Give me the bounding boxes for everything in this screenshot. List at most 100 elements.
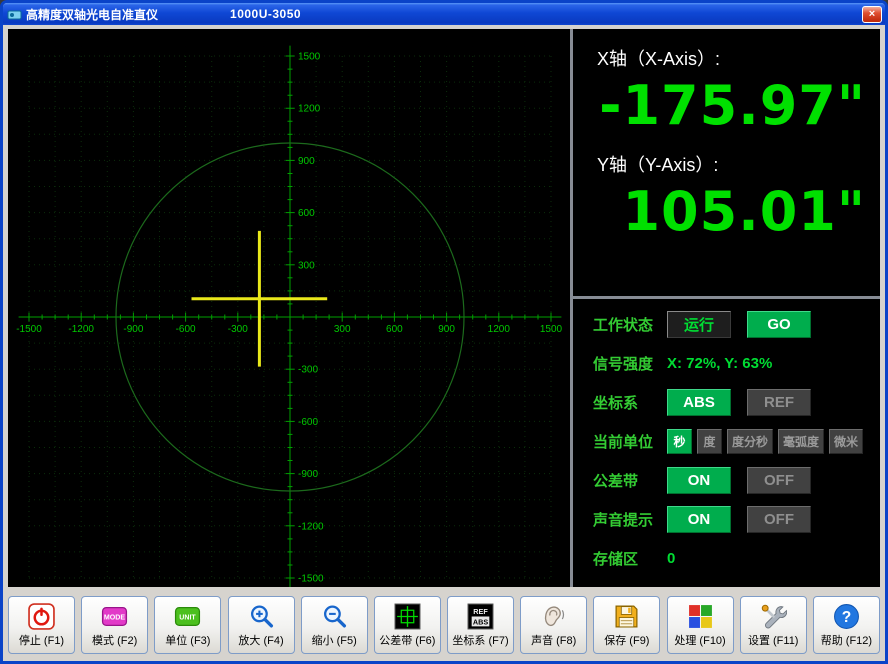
svg-text:900: 900	[298, 156, 315, 167]
svg-text:300: 300	[298, 260, 315, 271]
window-title: 高精度双轴光电自准直仪	[26, 6, 158, 23]
y-axis-label: Y轴（Y-Axis）:	[597, 151, 866, 177]
toolbar-button-label: 声音 (F8)	[531, 632, 576, 648]
zoom-out-icon	[321, 603, 348, 630]
title-bar: 高精度双轴光电自准直仪 1000U-3050 ×	[3, 3, 885, 25]
close-button[interactable]: ×	[862, 6, 882, 23]
current-unit-label: 当前单位	[593, 431, 667, 452]
svg-text:1200: 1200	[488, 324, 511, 335]
client-area: -1500-1500-1200-1200-900-900-600-600-300…	[3, 25, 885, 661]
status-row-unit: 当前单位 秒 度 度分秒 毫弧度 微米	[593, 422, 874, 461]
tolerance-off-button[interactable]: OFF	[747, 467, 811, 494]
svg-text:UNIT: UNIT	[180, 614, 197, 621]
unit-dms-button[interactable]: 度分秒	[727, 429, 773, 454]
display-area: -1500-1500-1200-1200-900-900-600-600-300…	[8, 29, 880, 587]
storage-area-label: 存储区	[593, 548, 667, 569]
tolerance-icon	[394, 603, 421, 630]
zoom-in-icon	[248, 603, 275, 630]
svg-text:600: 600	[298, 208, 315, 219]
svg-text:?: ?	[842, 609, 852, 626]
work-status-label: 工作状态	[593, 314, 667, 335]
svg-text:-600: -600	[176, 324, 196, 335]
status-row-storage: 存储区 0	[593, 539, 874, 578]
run-button[interactable]: 运行	[667, 311, 731, 338]
save-icon	[613, 603, 640, 630]
x-axis-value: -175.97"	[597, 75, 866, 137]
svg-text:-900: -900	[123, 324, 143, 335]
unit-degree-button[interactable]: 度	[697, 429, 722, 454]
svg-text:-1500: -1500	[16, 324, 42, 335]
mode-icon: MODE	[101, 603, 128, 630]
unit-icon: UNIT	[174, 603, 201, 630]
x-axis-label: X轴（X-Axis）:	[597, 45, 866, 71]
status-panel: 工作状态 运行 GO 信号强度 X: 72%, Y: 63% 坐标系 ABS R…	[573, 299, 880, 587]
svg-text:-300: -300	[298, 365, 318, 376]
toolbar-button-label: 停止 (F1)	[19, 632, 64, 648]
svg-text:REF: REF	[473, 606, 488, 615]
app-window: 高精度双轴光电自准直仪 1000U-3050 × -1500 -1500 -1200…	[0, 0, 888, 664]
svg-text:-600: -600	[298, 417, 318, 428]
toolbar-button-label: 设置 (F11)	[748, 632, 799, 648]
status-row-tolerance: 公差带 ON OFF	[593, 461, 874, 500]
axis-readout: X轴（X-Axis）: -175.97" Y轴（Y-Axis）: 105.01"	[573, 29, 880, 299]
sound-alert-label: 声音提示	[593, 509, 667, 530]
sound-button[interactable]: 声音 (F8)	[520, 596, 587, 654]
toolbar-button-label: 处理 (F10)	[674, 632, 725, 648]
status-row-sound: 声音提示 ON OFF	[593, 500, 874, 539]
stop-button[interactable]: 停止 (F1)	[8, 596, 75, 654]
signal-strength-label: 信号强度	[593, 353, 667, 374]
toolbar-button-label: 帮助 (F12)	[821, 632, 872, 648]
sound-off-button[interactable]: OFF	[747, 506, 811, 533]
status-row-work: 工作状态 运行 GO	[593, 305, 874, 344]
unit-button[interactable]: UNIT 单位 (F3)	[154, 596, 221, 654]
window-model: 1000U-3050	[230, 7, 301, 21]
y-axis-value: 105.01"	[597, 181, 866, 243]
unit-mrad-button[interactable]: 毫弧度	[778, 429, 824, 454]
storage-area-value: 0	[667, 550, 675, 567]
toolbar-button-label: 公差带 (F6)	[379, 632, 435, 648]
svg-text:-1200: -1200	[68, 324, 94, 335]
sound-on-button[interactable]: ON	[667, 506, 731, 533]
zoom-in-button[interactable]: 放大 (F4)	[228, 596, 295, 654]
toolbar-button-label: 单位 (F3)	[165, 632, 210, 648]
coordinate-system-icon: REF ABS	[467, 603, 494, 630]
svg-text:1500: 1500	[540, 324, 563, 335]
unit-arcsec-button[interactable]: 秒	[667, 429, 692, 454]
save-button[interactable]: 保存 (F9)	[593, 596, 660, 654]
svg-text:300: 300	[334, 324, 351, 335]
app-icon	[7, 7, 22, 22]
settings-icon	[760, 603, 787, 630]
process-button[interactable]: 处理 (F10)	[667, 596, 734, 654]
toolbar-button-label: 缩小 (F5)	[312, 632, 357, 648]
svg-text:-1500: -1500	[298, 574, 324, 585]
svg-text:600: 600	[386, 324, 403, 335]
toolbar-button-label: 坐标系 (F7)	[452, 632, 508, 648]
tolerance-band-button[interactable]: 公差带 (F6)	[374, 596, 441, 654]
svg-text:ABS: ABS	[473, 617, 488, 626]
sound-icon	[540, 603, 567, 630]
mode-button[interactable]: MODE 模式 (F2)	[81, 596, 148, 654]
help-button[interactable]: ? 帮助 (F12)	[813, 596, 880, 654]
svg-text:MODE: MODE	[104, 614, 125, 621]
readout-panel: X轴（X-Axis）: -175.97" Y轴（Y-Axis）: 105.01"…	[570, 29, 880, 587]
toolbar-button-label: 保存 (F9)	[604, 632, 649, 648]
go-button[interactable]: GO	[747, 311, 811, 338]
plot-area: -1500-1500-1200-1200-900-900-600-600-300…	[8, 29, 570, 587]
tolerance-band-label: 公差带	[593, 470, 667, 491]
help-icon: ?	[833, 603, 860, 630]
coordinate-system-button[interactable]: REF ABS 坐标系 (F7)	[447, 596, 514, 654]
toolbar-button-label: 模式 (F2)	[92, 632, 137, 648]
plot-svg: -1500-1500-1200-1200-900-900-600-600-300…	[8, 29, 570, 587]
toolbar-button-label: 放大 (F4)	[238, 632, 283, 648]
status-row-signal: 信号强度 X: 72%, Y: 63%	[593, 344, 874, 383]
svg-text:1200: 1200	[298, 104, 321, 115]
abs-button[interactable]: ABS	[667, 389, 731, 416]
settings-button[interactable]: 设置 (F11)	[740, 596, 807, 654]
coordinate-system-label: 坐标系	[593, 392, 667, 413]
ref-button[interactable]: REF	[747, 389, 811, 416]
svg-text:1500: 1500	[298, 52, 321, 63]
zoom-out-button[interactable]: 缩小 (F5)	[301, 596, 368, 654]
svg-text:-1200: -1200	[298, 521, 324, 532]
tolerance-on-button[interactable]: ON	[667, 467, 731, 494]
unit-micron-button[interactable]: 微米	[829, 429, 863, 454]
